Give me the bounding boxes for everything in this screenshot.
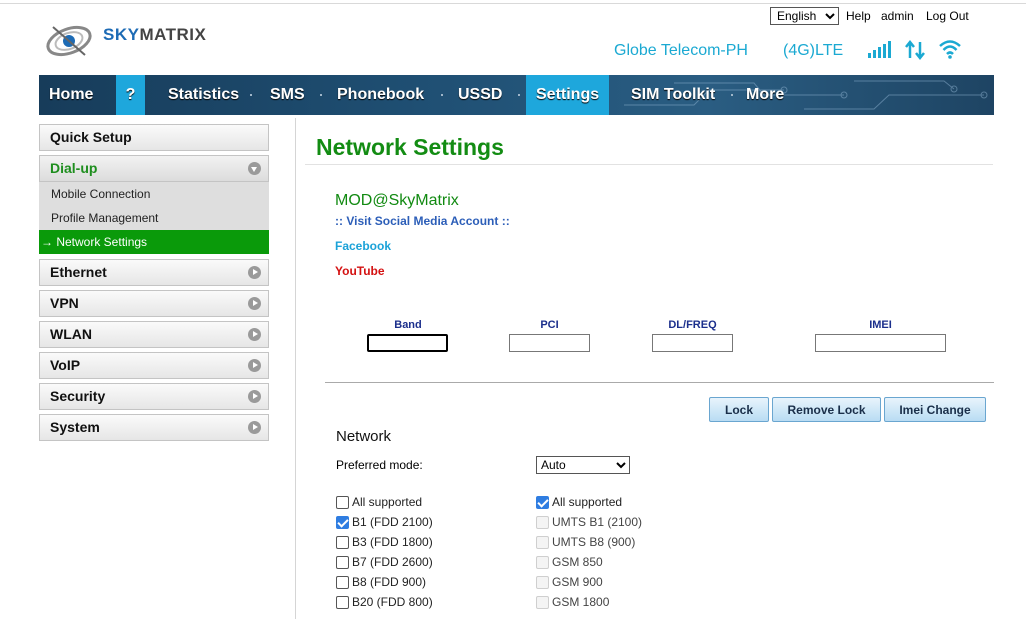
visit-social-label: :: Visit Social Media Account :: <box>335 214 510 228</box>
nav-sms[interactable]: SMS <box>260 75 315 115</box>
sidebar-system[interactable]: System <box>39 414 269 441</box>
logo-mark-icon <box>46 25 92 57</box>
nav-ussd[interactable]: USSD <box>448 75 512 115</box>
nav-home[interactable]: Home <box>39 75 103 115</box>
section-divider <box>325 382 994 383</box>
checkbox-disabled <box>536 535 549 549</box>
checkbox[interactable] <box>336 595 349 609</box>
pci-input[interactable] <box>509 334 590 352</box>
nav-separator <box>250 94 252 96</box>
facebook-link[interactable]: Facebook <box>335 239 391 253</box>
nav-help[interactable]: ? <box>116 75 145 115</box>
signal-strength-icon <box>868 41 891 58</box>
checkbox-disabled <box>536 595 549 609</box>
nav-separator <box>320 94 322 96</box>
other-band-row[interactable]: All supported <box>536 494 622 510</box>
sidebar-voip[interactable]: VoIP <box>39 352 269 379</box>
dl-freq-label: DL/FREQ <box>668 319 717 331</box>
mod-credit: MOD@SkyMatrix <box>335 192 459 209</box>
checkbox[interactable] <box>336 495 349 509</box>
nav-statistics[interactable]: Statistics <box>158 75 249 115</box>
lte-band-row[interactable]: B8 (FDD 900) <box>336 574 426 590</box>
sidebar-dialup[interactable]: Dial-up <box>39 155 269 182</box>
sidebar-item-profile-management[interactable]: Profile Management <box>39 206 269 230</box>
network-section-title: Network <box>336 428 392 445</box>
checkbox[interactable] <box>336 575 349 589</box>
main-nav: Home ? Statistics SMS Phonebook USSD Set… <box>39 75 994 115</box>
imei-label: IMEI <box>869 319 892 331</box>
checkbox[interactable] <box>336 535 349 549</box>
remove-lock-button[interactable]: Remove Lock <box>772 397 881 422</box>
other-band-row: UMTS B8 (900) <box>536 534 635 550</box>
network-type: (4G)LTE <box>783 42 844 59</box>
wifi-icon <box>939 40 961 59</box>
language-select[interactable]: English <box>770 7 839 25</box>
nav-sim-toolkit[interactable]: SIM Toolkit <box>621 75 725 115</box>
admin-link[interactable]: admin <box>881 9 914 23</box>
lte-band-row[interactable]: All supported <box>336 494 422 510</box>
logout-link[interactable]: Log Out <box>926 9 969 23</box>
chevron-down-icon <box>248 162 261 175</box>
logo-text: SKYMATRIX <box>103 25 207 44</box>
chevron-right-icon <box>248 390 261 403</box>
pci-label: PCI <box>540 319 559 331</box>
help-link[interactable]: Help <box>846 9 871 23</box>
chevron-right-icon <box>248 297 261 310</box>
operator-name: Globe Telecom-PH <box>614 42 748 59</box>
sidebar-vpn[interactable]: VPN <box>39 290 269 317</box>
youtube-link[interactable]: YouTube <box>335 264 385 278</box>
data-transfer-icon <box>905 40 925 60</box>
checkbox-checked[interactable] <box>536 495 549 509</box>
sidebar-item-mobile-connection[interactable]: Mobile Connection <box>39 182 269 206</box>
skymatrix-logo: SKYMATRIX <box>43 17 223 63</box>
nav-phonebook[interactable]: Phonebook <box>327 75 434 115</box>
lte-band-row[interactable]: B7 (FDD 2600) <box>336 554 433 570</box>
other-band-row: GSM 900 <box>536 574 603 590</box>
chevron-right-icon <box>248 266 261 279</box>
sidebar-quick-setup[interactable]: Quick Setup <box>39 124 269 151</box>
checkbox-disabled <box>536 515 549 529</box>
lte-band-row[interactable]: B3 (FDD 1800) <box>336 534 433 550</box>
preferred-mode-select[interactable]: Auto <box>536 456 630 474</box>
sidebar-divider <box>295 118 296 619</box>
top-divider <box>0 3 1026 4</box>
chevron-right-icon <box>248 421 261 434</box>
nav-settings[interactable]: Settings <box>526 75 609 115</box>
sidebar-security[interactable]: Security <box>39 383 269 410</box>
sidebar-wlan[interactable]: WLAN <box>39 321 269 348</box>
other-band-row: GSM 1800 <box>536 594 609 610</box>
nav-more[interactable]: More <box>736 75 794 115</box>
nav-separator <box>731 94 733 96</box>
sidebar-item-network-settings[interactable]: → Network Settings <box>39 230 269 254</box>
other-band-row: GSM 850 <box>536 554 603 570</box>
other-band-row: UMTS B1 (2100) <box>536 514 642 530</box>
lte-band-row[interactable]: B20 (FDD 800) <box>336 594 433 610</box>
sidebar-ethernet[interactable]: Ethernet <box>39 259 269 286</box>
checkbox-checked[interactable] <box>336 515 349 529</box>
checkbox-disabled <box>536 555 549 569</box>
page-title: Network Settings <box>316 134 504 160</box>
nav-separator <box>441 94 443 96</box>
nav-separator <box>518 94 520 96</box>
lock-button[interactable]: Lock <box>709 397 769 422</box>
checkbox[interactable] <box>336 555 349 569</box>
chevron-right-icon <box>248 328 261 341</box>
checkbox-disabled <box>536 575 549 589</box>
title-divider <box>305 164 993 165</box>
preferred-mode-label: Preferred mode: <box>336 458 423 472</box>
dl-freq-input[interactable] <box>652 334 733 352</box>
imei-change-button[interactable]: Imei Change <box>884 397 986 422</box>
chevron-right-icon <box>248 359 261 372</box>
band-label: Band <box>394 319 422 331</box>
band-input[interactable] <box>367 334 448 352</box>
imei-input[interactable] <box>815 334 946 352</box>
lte-band-row[interactable]: B1 (FDD 2100) <box>336 514 433 530</box>
